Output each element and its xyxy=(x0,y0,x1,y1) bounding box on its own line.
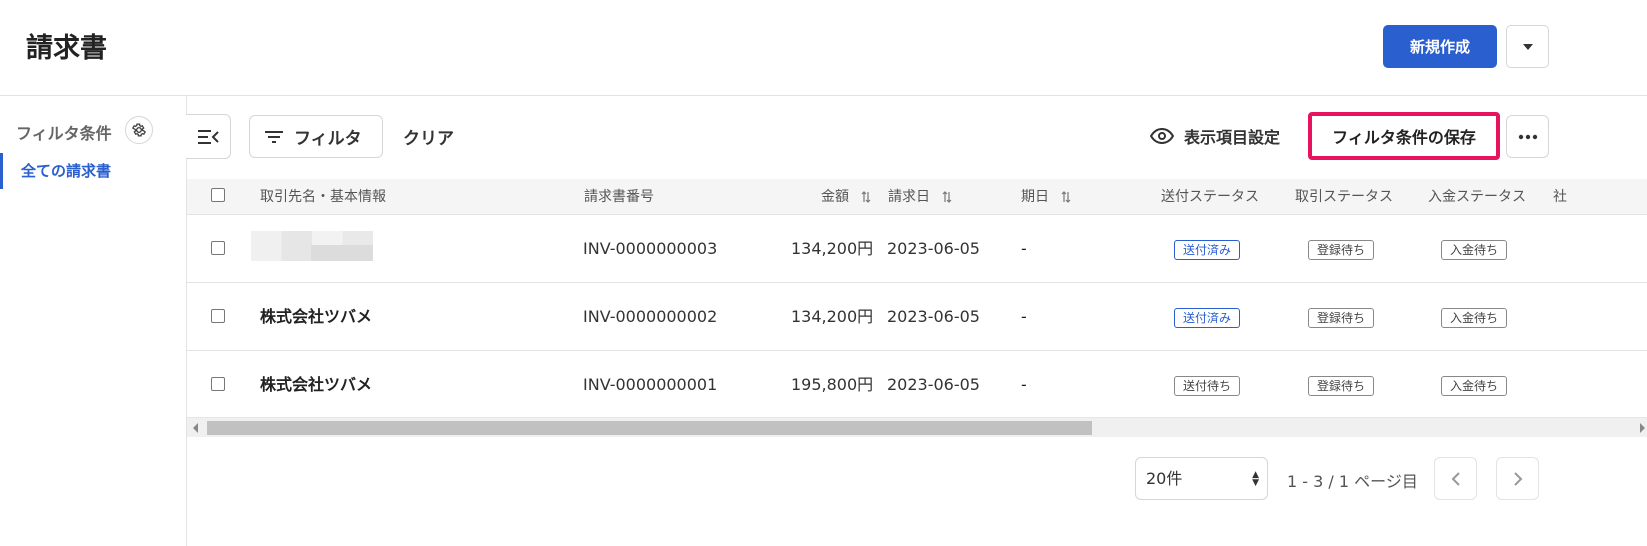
table-row[interactable]: INV-0000000003 134,200円 2023-06-05 - 送付済… xyxy=(187,215,1647,283)
cell-invoice-date: 2023-06-05 xyxy=(887,375,980,394)
cell-amount: 134,200円 xyxy=(791,307,874,326)
row-checkbox[interactable] xyxy=(211,377,225,391)
prev-page-button[interactable] xyxy=(1434,457,1477,500)
column-header-next: 社 xyxy=(1553,189,1567,205)
display-settings-label: 表示項目設定 xyxy=(1184,128,1281,147)
cell-due-date: - xyxy=(1021,239,1027,258)
per-page-value: 20件 xyxy=(1146,469,1183,488)
column-header-client: 取引先名・基本情報 xyxy=(260,189,386,205)
select-updown-icon: ▲ ▼ xyxy=(1252,470,1259,488)
cell-due-date: - xyxy=(1021,375,1027,394)
cell-invoice-no: INV-0000000002 xyxy=(583,307,718,326)
table-horizontal-scrollbar[interactable] xyxy=(187,417,1647,437)
collapse-sidebar-button[interactable] xyxy=(186,114,231,159)
table-row[interactable]: 株式会社ツバメ INV-0000000002 134,200円 2023-06-… xyxy=(187,283,1647,351)
trade-status-badge: 登録待ち xyxy=(1308,375,1375,396)
sidebar-item-all-invoices[interactable]: 全ての請求書 xyxy=(0,153,186,189)
cell-invoice-no: INV-0000000001 xyxy=(583,375,718,394)
column-header-payment-status: 入金ステータス xyxy=(1428,189,1526,205)
cell-due-date: - xyxy=(1021,307,1027,326)
row-checkbox[interactable] xyxy=(211,309,225,323)
filter-button[interactable]: フィルタ xyxy=(249,115,383,158)
select-all-checkbox[interactable] xyxy=(211,188,225,202)
collapse-menu-icon xyxy=(198,129,219,144)
caret-down-icon xyxy=(1522,43,1533,50)
sort-icon xyxy=(861,191,871,203)
send-status-badge: 送付済み xyxy=(1174,239,1241,260)
cell-amount: 195,800円 xyxy=(791,375,874,394)
filter-lines-icon xyxy=(265,130,283,143)
chevron-right-icon xyxy=(1513,471,1522,486)
cell-invoice-date: 2023-06-05 xyxy=(887,307,980,326)
sidebar-title: フィルタ条件 xyxy=(16,124,112,143)
column-header-trade-status: 取引ステータス xyxy=(1295,189,1393,205)
page-title: 請求書 xyxy=(26,33,107,64)
cell-amount: 134,200円 xyxy=(791,239,874,258)
filter-sidebar: フィルタ条件 全ての請求書 xyxy=(0,96,187,546)
send-status-badge: 送付済み xyxy=(1174,307,1241,328)
sort-icon xyxy=(1061,191,1071,203)
cell-client-name: 株式会社ツバメ xyxy=(260,375,373,394)
payment-status-badge: 入金待ち xyxy=(1441,307,1508,328)
column-header-invoice-date[interactable]: 請求日 xyxy=(888,179,952,215)
new-invoice-button[interactable]: 新規作成 xyxy=(1383,25,1497,68)
redacted-client-name-detail xyxy=(311,245,373,261)
save-filter-button[interactable]: フィルタ条件の保存 xyxy=(1308,112,1500,160)
column-header-invoice-date-label: 請求日 xyxy=(888,189,930,205)
new-options-dropdown-button[interactable] xyxy=(1506,25,1549,68)
column-header-invoice-no: 請求書番号 xyxy=(584,189,654,205)
send-status-badge: 送付待ち xyxy=(1174,375,1241,396)
cell-invoice-no: INV-0000000003 xyxy=(583,239,718,258)
eye-icon xyxy=(1150,128,1174,144)
top-bar: 請求書 新規作成 xyxy=(0,0,1647,96)
more-dots-icon xyxy=(1518,134,1537,139)
clear-filter-button[interactable]: クリア xyxy=(403,124,454,149)
next-page-button[interactable] xyxy=(1496,457,1539,500)
column-header-due-date[interactable]: 期日 xyxy=(1021,179,1071,215)
scroll-right-arrow-icon[interactable] xyxy=(1640,423,1645,433)
sort-icon xyxy=(942,191,952,203)
column-header-amount-label: 金額 xyxy=(821,189,849,205)
filter-settings-button[interactable] xyxy=(125,116,153,144)
column-header-amount[interactable]: 金額 xyxy=(821,179,871,215)
cell-invoice-date: 2023-06-05 xyxy=(887,239,980,258)
table-row[interactable]: 株式会社ツバメ INV-0000000001 195,800円 2023-06-… xyxy=(187,351,1647,419)
chevron-left-icon xyxy=(1451,471,1460,486)
per-page-select[interactable]: 20件 ▲ ▼ xyxy=(1135,457,1268,500)
payment-status-badge: 入金待ち xyxy=(1441,375,1508,396)
table-header: 取引先名・基本情報 請求書番号 金額 請求日 期日 送付ステータス 取引ステータ… xyxy=(187,179,1647,215)
display-settings-button[interactable]: 表示項目設定 xyxy=(1150,124,1280,148)
payment-status-badge: 入金待ち xyxy=(1441,239,1508,260)
scrollbar-thumb[interactable] xyxy=(207,421,1092,435)
cell-client-name: 株式会社ツバメ xyxy=(260,307,373,326)
filter-button-label: フィルタ xyxy=(294,129,362,148)
trade-status-badge: 登録待ち xyxy=(1308,307,1375,328)
row-checkbox[interactable] xyxy=(211,241,225,255)
column-header-due-date-label: 期日 xyxy=(1021,189,1049,205)
pagination-info: 1 - 3 / 1 ページ目 xyxy=(1287,472,1418,491)
trade-status-badge: 登録待ち xyxy=(1308,239,1375,260)
gear-icon xyxy=(131,123,147,137)
column-header-send-status: 送付ステータス xyxy=(1161,189,1259,205)
scroll-left-arrow-icon[interactable] xyxy=(193,423,198,433)
more-options-button[interactable] xyxy=(1506,115,1549,158)
